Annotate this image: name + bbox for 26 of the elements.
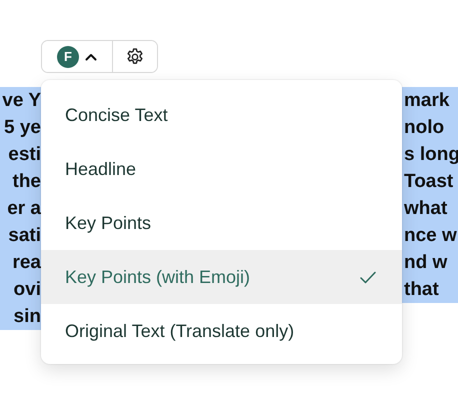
text-fragment: ovi: [0, 276, 41, 303]
menu-item[interactable]: Key Points: [41, 196, 402, 250]
menu-item[interactable]: Headline: [41, 142, 402, 196]
text-fragment: Toast: [402, 168, 458, 195]
text-fragment: sati: [0, 222, 41, 249]
settings-icon: [125, 46, 145, 66]
menu-item[interactable]: Concise Text: [41, 88, 402, 142]
menu-item[interactable]: Key Points (with Emoji): [41, 250, 402, 304]
text-fragment: that: [402, 276, 458, 303]
text-fragment: nce w: [402, 222, 458, 249]
text-fragment: rea: [0, 249, 41, 276]
mode-button[interactable]: F: [42, 41, 113, 72]
text-fragment: sin: [0, 303, 41, 330]
text-fragment: nolo: [402, 114, 458, 141]
text-fragment: esti: [0, 141, 41, 168]
text-fragment: mark: [402, 87, 458, 114]
caret-icon: [85, 52, 97, 60]
text-fragment: nd w: [402, 249, 458, 276]
text-fragment: the: [0, 168, 41, 195]
menu-item[interactable]: Original Text (Translate only): [41, 304, 402, 358]
check-icon: [360, 270, 376, 284]
text-fragment: ve Y: [0, 87, 41, 114]
text-fragment: 5 ye: [0, 114, 41, 141]
text-fragment: er a: [0, 195, 41, 222]
text-fragment: what: [402, 195, 458, 222]
logo-icon: F: [57, 46, 79, 68]
